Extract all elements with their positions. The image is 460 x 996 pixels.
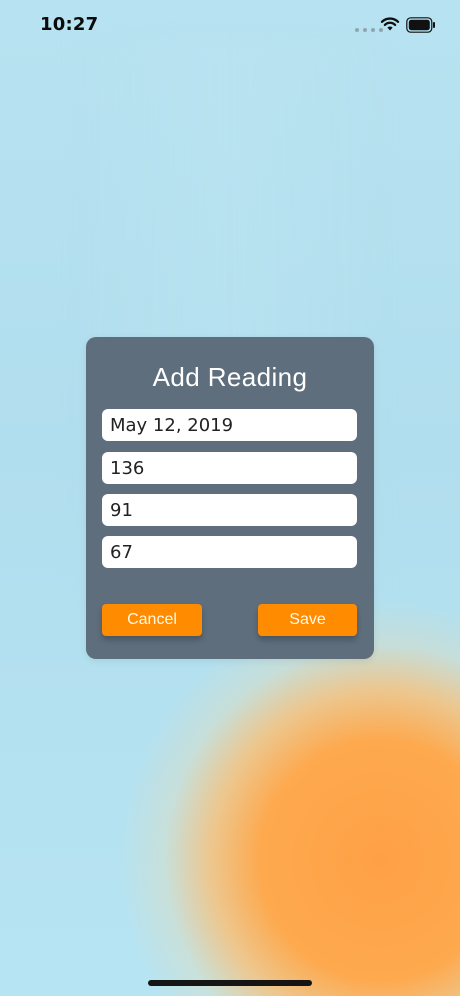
diastolic-field[interactable] (102, 494, 357, 526)
systolic-field[interactable] (102, 452, 357, 484)
wifi-icon (380, 17, 400, 31)
signal-icon (355, 28, 383, 32)
dialog-title: Add Reading (152, 362, 308, 392)
cancel-button[interactable]: Cancel (102, 604, 202, 636)
add-reading-dialog: Add Reading Cancel Save (86, 337, 374, 659)
save-button[interactable]: Save (258, 604, 357, 636)
status-time: 10:27 (40, 14, 99, 35)
date-field[interactable] (102, 409, 357, 441)
pulse-field[interactable] (102, 536, 357, 568)
home-indicator[interactable] (148, 980, 312, 986)
battery-icon (406, 17, 435, 33)
status-bar: 10:27 (0, 0, 460, 52)
